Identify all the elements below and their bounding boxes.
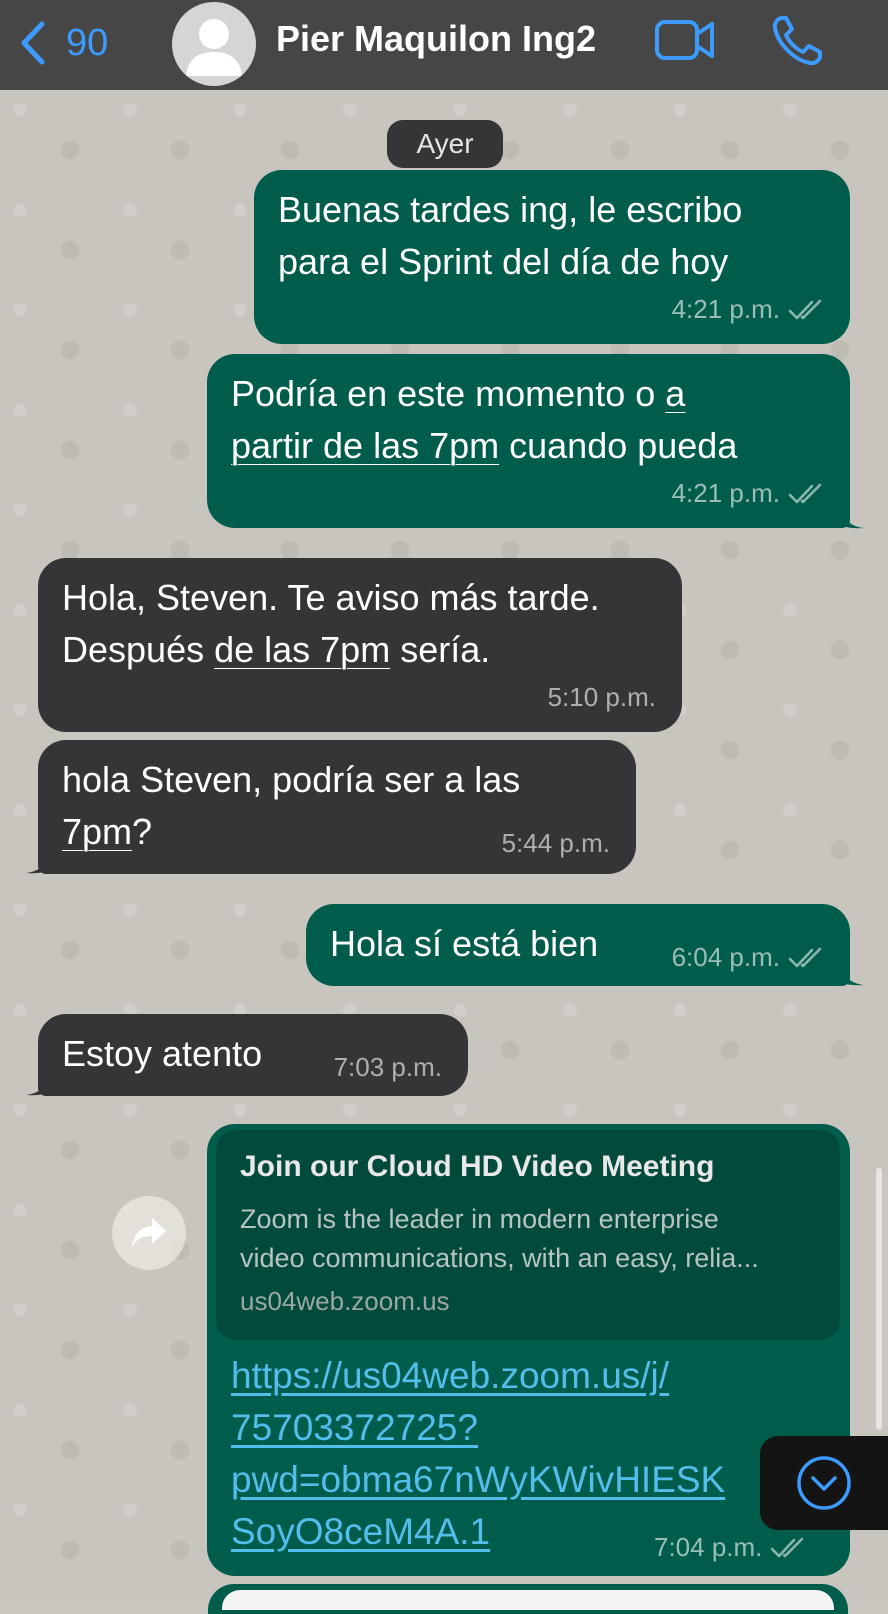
bubble-tail (838, 964, 864, 986)
message-bubble-incoming[interactable]: Hola, Steven. Te aviso más tarde. Despué… (38, 558, 682, 732)
message-time: 5:44 p.m. (501, 828, 610, 858)
message-bubble-outgoing[interactable]: Buenas tardes ing, le escribo para el Sp… (254, 170, 850, 344)
message-meta: 7:03 p.m. (334, 1052, 442, 1083)
text-segment: Después (62, 629, 215, 670)
message-text: Hola, Steven. Te aviso más tarde. Despué… (62, 572, 600, 676)
message-text: hola Steven, podría ser a las 7pm? (62, 754, 520, 858)
message-bubble-incoming[interactable]: hola Steven, podría ser a las 7pm? 5:44 … (38, 740, 636, 874)
message-line: 7pm? (62, 806, 520, 858)
date-link[interactable]: a (665, 373, 685, 414)
message-bubble-outgoing[interactable]: Podría en este momento o a partir de las… (207, 354, 850, 528)
contact-name[interactable]: Pier Maquilon Ing2 (276, 18, 596, 60)
message-time: 7:03 p.m. (333, 1052, 442, 1082)
message-text: Estoy atento (62, 1033, 263, 1074)
text-segment: cuando pueda (499, 425, 738, 466)
message-text: Podría en este momento o a partir de las… (231, 368, 737, 472)
back-button[interactable]: 90 (18, 18, 108, 68)
video-call-icon[interactable] (654, 14, 716, 66)
scroll-to-bottom-button[interactable] (760, 1436, 888, 1530)
phone-icon[interactable] (770, 14, 824, 68)
message-line: Buenas tardes ing, le escribo (278, 189, 743, 230)
message-bubble-outgoing[interactable]: Hola sí está bien 6:04 p.m. (306, 904, 850, 986)
message-time: 5:10 p.m. (547, 682, 656, 712)
message-line: para el Sprint del día de hoy (278, 241, 729, 282)
bubble-tail (838, 507, 864, 529)
message-bubble-incoming[interactable]: Estoy atento 7:03 p.m. (38, 1014, 468, 1096)
double-check-icon (788, 947, 822, 967)
double-check-icon (788, 483, 822, 503)
date-separator: Ayer (387, 120, 503, 168)
chevron-down-icon (797, 1456, 851, 1510)
message-meta: 7:04 p.m. (654, 1532, 808, 1563)
message-line: Podría en este momento o a (231, 368, 737, 420)
link-line[interactable]: https://us04web.zoom.us/j/ (231, 1350, 725, 1402)
message-time: 4:21 p.m. (671, 294, 780, 324)
description-line: Zoom is the leader in modern enterprise (240, 1204, 719, 1234)
date-link[interactable]: partir de las 7pm (231, 425, 499, 466)
message-meta: 5:10 p.m. (548, 682, 656, 713)
link-preview-card[interactable]: Join our Cloud HD Video Meeting Zoom is … (216, 1130, 840, 1340)
message-time: 4:21 p.m. (671, 478, 780, 508)
message-line: Después de las 7pm sería. (62, 624, 600, 676)
message-line: Hola, Steven. Te aviso más tarde. (62, 577, 600, 618)
bubble-tail (26, 1074, 52, 1096)
description-line: video communications, with an easy, reli… (240, 1243, 759, 1273)
message-text: Hola sí está bien (330, 923, 599, 964)
avatar[interactable] (172, 2, 256, 86)
message-meta: 5:44 p.m. (502, 828, 610, 859)
link-preview-description: Zoom is the leader in modern enterprise … (240, 1200, 759, 1278)
link-line[interactable]: 75703372725? (231, 1402, 725, 1454)
message-text: Buenas tardes ing, le escribo para el Sp… (278, 184, 742, 288)
message-meta: 6:04 p.m. (672, 942, 826, 973)
message-meta: 4:21 p.m. (672, 478, 826, 509)
avatar-placeholder-icon (186, 19, 242, 76)
message-time: 6:04 p.m. (671, 942, 780, 972)
next-message-content-edge (222, 1590, 834, 1610)
text-segment: ? (132, 811, 153, 852)
double-check-icon (771, 1537, 804, 1557)
meeting-link[interactable]: https://us04web.zoom.us/j/ 75703372725? … (231, 1350, 725, 1558)
double-check-icon (788, 299, 822, 319)
scrollbar[interactable] (876, 1168, 882, 1430)
message-line: hola Steven, podría ser a las (62, 759, 521, 800)
unread-count: 90 (66, 21, 109, 64)
link-preview-domain: us04web.zoom.us (240, 1286, 450, 1316)
link-line[interactable]: SoyO8ceM4A.1 (231, 1506, 725, 1558)
link-line[interactable]: pwd=obma67nWyKWivHIESK (231, 1454, 725, 1506)
message-line: partir de las 7pm cuando pueda (231, 420, 737, 472)
link-preview-title: Join our Cloud HD Video Meeting (240, 1150, 715, 1183)
text-segment: Podría en este momento o (231, 373, 666, 414)
forward-icon (132, 1218, 166, 1248)
date-link[interactable]: de las 7pm (214, 629, 390, 670)
message-meta: 4:21 p.m. (672, 294, 826, 325)
bubble-tail (26, 852, 52, 874)
chat-header: 90 Pier Maquilon Ing2 (0, 0, 888, 90)
text-segment: sería. (390, 629, 491, 670)
message-time: 7:04 p.m. (654, 1532, 763, 1562)
chevron-left-icon (21, 21, 45, 65)
date-link[interactable]: 7pm (62, 811, 132, 852)
forward-button[interactable] (112, 1196, 186, 1270)
